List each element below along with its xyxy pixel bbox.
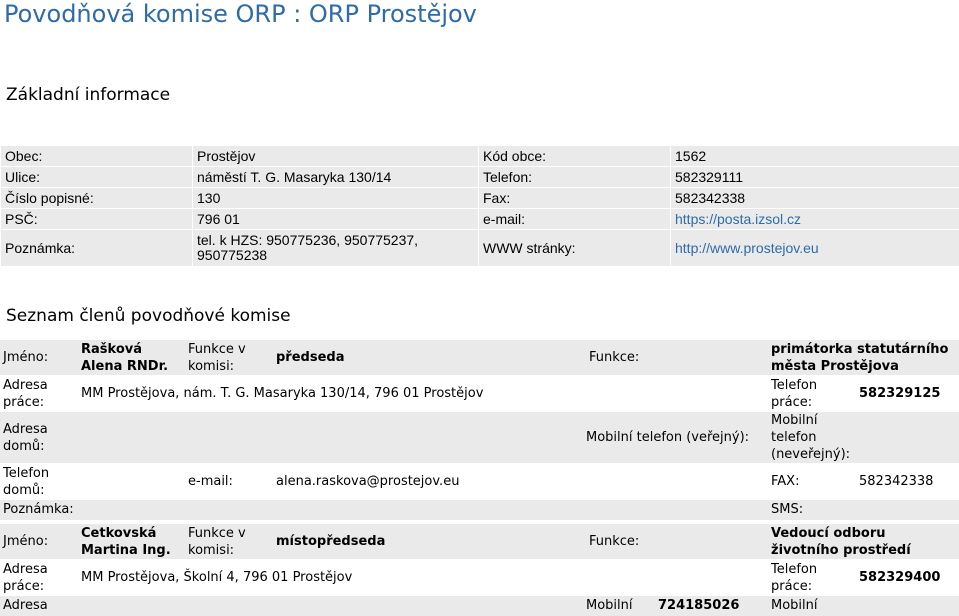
psc-value: 796 01: [193, 209, 479, 230]
info-row-cislo: Číslo popisné: 130 Fax: 582342338: [1, 188, 959, 209]
member-function: primátorka statutárního města Prostějova: [768, 340, 959, 376]
member-row-name: Jméno: Cetkovská Martina Ing. Funkce v k…: [0, 524, 959, 560]
committee-role: místopředseda: [273, 524, 583, 560]
kod-value: 1562: [671, 146, 959, 167]
poznamka-value: tel. k HZS: 950775236, 950775237, 950775…: [193, 230, 479, 267]
member-row-home-phone: Telefon domů: e-mail: alena.raskova@pros…: [0, 464, 959, 500]
member-row-work-address: Adresa práce: MM Prostějova, Školní 4, 7…: [0, 560, 959, 596]
function-label: Funkce:: [583, 340, 768, 376]
email-value[interactable]: https://posta.izsol.cz: [671, 209, 959, 230]
member-function: Vedoucí odboru životního prostředí: [768, 524, 959, 560]
work-phone-label: Telefon práce:: [768, 376, 856, 412]
obec-label: Obec:: [1, 146, 193, 167]
work-phone: 582329400: [856, 560, 959, 596]
fax-label: FAX:: [768, 464, 856, 500]
work-address: MM Prostějova, Školní 4, 796 01 Prostějo…: [78, 560, 768, 596]
telefon-label: Telefon:: [479, 167, 671, 188]
mobile-private-label: Mobilní telefon (neveřejný):: [768, 412, 856, 464]
member-fax: 582342338: [856, 464, 959, 500]
fax-value: 582342338: [671, 188, 959, 209]
member-card: Jméno: Cetkovská Martina Ing. Funkce v k…: [0, 523, 959, 616]
committee-role: předseda: [273, 340, 583, 376]
committee-role-label: Funkce v komisi:: [185, 340, 273, 376]
www-value[interactable]: http://www.prostejov.eu: [671, 230, 959, 267]
member-row-work-address: Adresa práce: MM Prostějova, nám. T. G. …: [0, 376, 959, 412]
member-name: Rašková Alena RNDr.: [78, 340, 185, 376]
member-row-home-address: Adresa domů: Mobilní telefon (veřejný): …: [0, 412, 959, 464]
committee-role-label: Funkce v komisi:: [185, 524, 273, 560]
poznamka-label: Poznámka:: [1, 230, 193, 267]
work-address: MM Prostějova, nám. T. G. Masaryka 130/1…: [78, 376, 768, 412]
info-row-ulice: Ulice: náměstí T. G. Masaryka 130/14 Tel…: [1, 167, 959, 188]
obec-value: Prostějov: [193, 146, 479, 167]
home-phone-label: Telefon domů:: [0, 464, 78, 500]
members-heading: Seznam členů povodňové komise: [6, 306, 291, 326]
function-label: Funkce:: [583, 524, 768, 560]
email-label: e-mail:: [185, 464, 273, 500]
work-phone: 582329125: [856, 376, 959, 412]
kod-label: Kód obce:: [479, 146, 671, 167]
sms-label: SMS:: [768, 500, 856, 520]
work-phone-label: Telefon práce:: [768, 560, 856, 596]
member-card: Jméno: Rašková Alena RNDr. Funkce v komi…: [0, 339, 959, 520]
name-label: Jméno:: [0, 524, 78, 560]
note-label: Poznámka:: [0, 500, 185, 520]
page-title: Povodňová komise ORP : ORP Prostějov: [4, 0, 477, 28]
name-label: Jméno:: [0, 340, 78, 376]
telefon-value: 582329111: [671, 167, 959, 188]
work-address-label: Adresa práce:: [0, 560, 78, 596]
info-heading: Základní informace: [6, 85, 170, 105]
www-label: WWW stránky:: [479, 230, 671, 267]
info-table: Obec: Prostějov Kód obce: 1562 Ulice: ná…: [0, 145, 959, 267]
cislo-value: 130: [193, 188, 479, 209]
ulice-value: náměstí T. G. Masaryka 130/14: [193, 167, 479, 188]
cislo-label: Číslo popisné:: [1, 188, 193, 209]
psc-label: PSČ:: [1, 209, 193, 230]
email-label: e-mail:: [479, 209, 671, 230]
work-address-label: Adresa práce:: [0, 376, 78, 412]
mobile-public-label: Mobilní telefon (veřejný):: [583, 412, 768, 464]
member-row-note: Poznámka: SMS:: [0, 500, 959, 520]
member-name: Cetkovská Martina Ing.: [78, 524, 185, 560]
member-email[interactable]: alena.raskova@prostejov.eu: [273, 464, 768, 500]
info-row-poznamka: Poznámka: tel. k HZS: 950775236, 9507752…: [1, 230, 959, 267]
member-row-name: Jméno: Rašková Alena RNDr. Funkce v komi…: [0, 340, 959, 376]
info-row-obec: Obec: Prostějov Kód obce: 1562: [1, 146, 959, 167]
ulice-label: Ulice:: [1, 167, 193, 188]
fax-label: Fax:: [479, 188, 671, 209]
home-address-label: Adresa domů:: [0, 412, 78, 464]
info-row-psc: PSČ: 796 01 e-mail: https://posta.izsol.…: [1, 209, 959, 230]
